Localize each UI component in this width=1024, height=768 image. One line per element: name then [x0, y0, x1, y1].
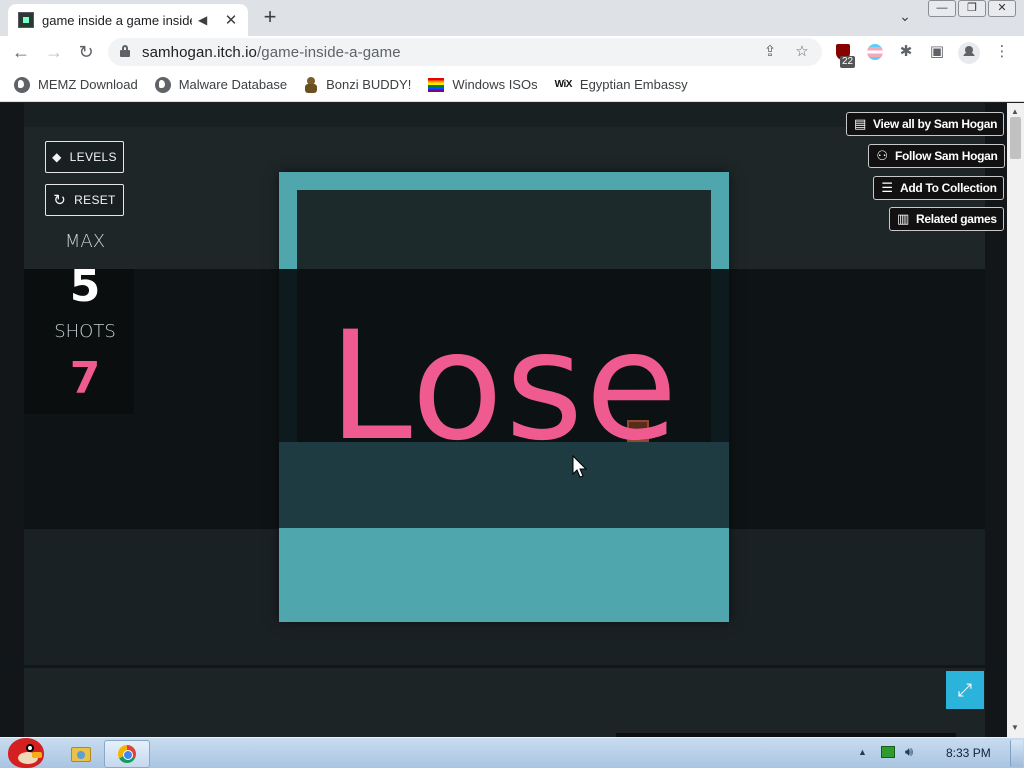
bookmark-label: Bonzi BUDDY! — [326, 77, 412, 92]
taskbar: ▲ 🔊︎ 8:33 PM — [0, 737, 1024, 768]
levels-label: LEVELS — [69, 150, 117, 164]
game-canvas[interactable]: Lose — [279, 172, 729, 622]
scroll-down-arrow-icon[interactable]: ▼ — [1011, 723, 1019, 732]
game-favicon-icon — [18, 12, 34, 28]
mouse-cursor-icon — [572, 455, 588, 478]
fullscreen-button[interactable]: ⤢ — [946, 671, 984, 709]
tab-strip: game inside a game inside ◀︎ ✕ + ⌄ — ❐ ✕ — [0, 0, 1024, 36]
tab-search-button[interactable]: ⌄ — [896, 8, 914, 25]
playlist-add-icon: ☰ — [881, 180, 893, 195]
system-tray: ▲ 🔊︎ — [858, 744, 935, 760]
wix-icon: WiX — [554, 79, 573, 90]
network-icon[interactable] — [880, 746, 895, 758]
folder-icon — [71, 746, 91, 762]
reload-icon[interactable]: ↻ — [74, 40, 98, 64]
tab-title: game inside a game inside — [42, 12, 192, 28]
window-controls: — ❐ ✕ — [926, 0, 1016, 17]
show-desktop-button[interactable] — [1010, 740, 1023, 767]
related-label: Related games — [916, 212, 997, 226]
trans-flag-extension-icon[interactable] — [865, 42, 885, 62]
game-band-top — [24, 103, 985, 127]
bird-eye — [26, 744, 34, 752]
reset-button[interactable]: ↻ RESET — [45, 184, 124, 216]
taskbar-clock[interactable]: 8:33 PM — [946, 746, 991, 760]
bookmark-malware-database[interactable]: Malware Database — [154, 76, 288, 93]
url-text[interactable]: samhogan.itch.io/game-inside-a-game — [142, 44, 401, 61]
profile-avatar-icon[interactable] — [958, 42, 980, 64]
taskbar-explorer[interactable] — [66, 740, 96, 768]
reset-label: RESET — [74, 193, 116, 207]
share-icon[interactable]: ⇪ — [760, 42, 780, 62]
url-domain: samhogan.itch.io — [142, 44, 258, 61]
scroll-thumb[interactable] — [1010, 117, 1021, 159]
reset-icon: ↻ — [53, 192, 67, 209]
page-left-margin — [0, 103, 24, 737]
add-collection-label: Add To Collection — [900, 181, 997, 195]
back-arrow-icon[interactable]: ← — [9, 40, 33, 64]
ublock-extension-icon[interactable]: 22 — [834, 44, 856, 68]
shots-label: SHOTS — [54, 321, 116, 342]
shots-value: 7 — [69, 353, 101, 404]
bonzi-icon — [304, 76, 318, 93]
levels-button[interactable]: ◆ LEVELS — [45, 141, 124, 173]
page-scrollbar[interactable]: ▲ ▼ — [1007, 103, 1024, 737]
minimize-button[interactable]: — — [928, 0, 956, 17]
bookmark-star-icon[interactable]: ☆ — [792, 42, 812, 62]
bookmark-memz[interactable]: MEMZ Download — [14, 76, 138, 93]
follow-author-button[interactable]: ⚇ Follow Sam Hogan — [868, 144, 1005, 168]
restore-button[interactable]: ❐ — [958, 0, 986, 17]
lock-icon[interactable] — [120, 45, 130, 57]
map-icon: ▥ — [897, 211, 909, 226]
close-window-button[interactable]: ✕ — [988, 0, 1016, 17]
frame-bottom — [279, 528, 729, 622]
bookmark-egyptian-embassy[interactable]: WiX Egyptian Embassy — [555, 77, 688, 92]
volume-icon[interactable]: 🔊︎ — [905, 744, 913, 760]
view-all-label: View all by Sam Hogan — [873, 117, 998, 131]
add-user-icon: ⚇ — [876, 148, 888, 163]
page-viewport: Lose ◆ LEVELS ↻ RESET MAX 5 SHOTS 7 ▤ Vi… — [0, 103, 1007, 737]
bookmark-label: Egyptian Embassy — [579, 77, 688, 92]
taskbar-chrome[interactable] — [104, 740, 150, 768]
close-tab-button[interactable]: ✕ — [224, 11, 238, 29]
related-games-button[interactable]: ▥ Related games — [889, 207, 1004, 231]
bookmarks-bar: MEMZ Download Malware Database Bonzi BUD… — [0, 68, 1024, 102]
extension-badge: 22 — [840, 56, 856, 68]
rainbow-flag-icon — [428, 77, 445, 92]
speaker-icon[interactable]: ◀︎ — [198, 13, 212, 27]
layers-icon: ◆ — [52, 150, 62, 164]
itch-store-icon: ▤ — [854, 116, 866, 131]
url-path: /game-inside-a-game — [257, 44, 401, 61]
extensions-puzzle-icon[interactable]: ✱ — [896, 42, 916, 62]
max-label: MAX — [64, 231, 106, 252]
max-value: 5 — [69, 261, 101, 312]
bookmark-windows-isos[interactable]: Windows ISOs — [428, 77, 538, 92]
bookmark-label: Windows ISOs — [452, 77, 538, 92]
browser-toolbar: ← → ↻ samhogan.itch.io/game-inside-a-gam… — [0, 36, 1024, 68]
add-to-collection-button[interactable]: ☰ Add To Collection — [873, 176, 1004, 200]
scroll-up-arrow-icon[interactable]: ▲ — [1011, 107, 1019, 116]
bird-beak — [32, 752, 42, 758]
bookmark-label: MEMZ Download — [38, 77, 138, 92]
below-game-area — [24, 668, 985, 737]
new-tab-button[interactable]: + — [258, 6, 282, 30]
globe-icon — [14, 76, 30, 93]
lose-text: Lose — [328, 300, 680, 474]
side-panel-icon[interactable]: ▣ — [927, 42, 947, 62]
menu-kebab-icon[interactable]: ⋮ — [992, 42, 1012, 62]
address-bar[interactable]: samhogan.itch.io/game-inside-a-game ⇪ ☆ — [108, 38, 822, 66]
chrome-icon — [118, 745, 136, 763]
tray-expand-icon[interactable]: ▲ — [858, 747, 867, 757]
view-all-by-author-button[interactable]: ▤ View all by Sam Hogan — [846, 112, 1005, 136]
browser-tab[interactable]: game inside a game inside ◀︎ ✕ — [8, 4, 248, 36]
bookmark-label: Malware Database — [178, 77, 288, 92]
globe-icon — [154, 76, 171, 93]
follow-label: Follow Sam Hogan — [895, 149, 998, 163]
forward-arrow-icon[interactable]: → — [42, 40, 66, 64]
bookmark-bonzi-buddy[interactable]: Bonzi BUDDY! — [304, 76, 412, 93]
start-button[interactable] — [4, 732, 48, 768]
expand-icon: ⤢ — [957, 679, 973, 700]
